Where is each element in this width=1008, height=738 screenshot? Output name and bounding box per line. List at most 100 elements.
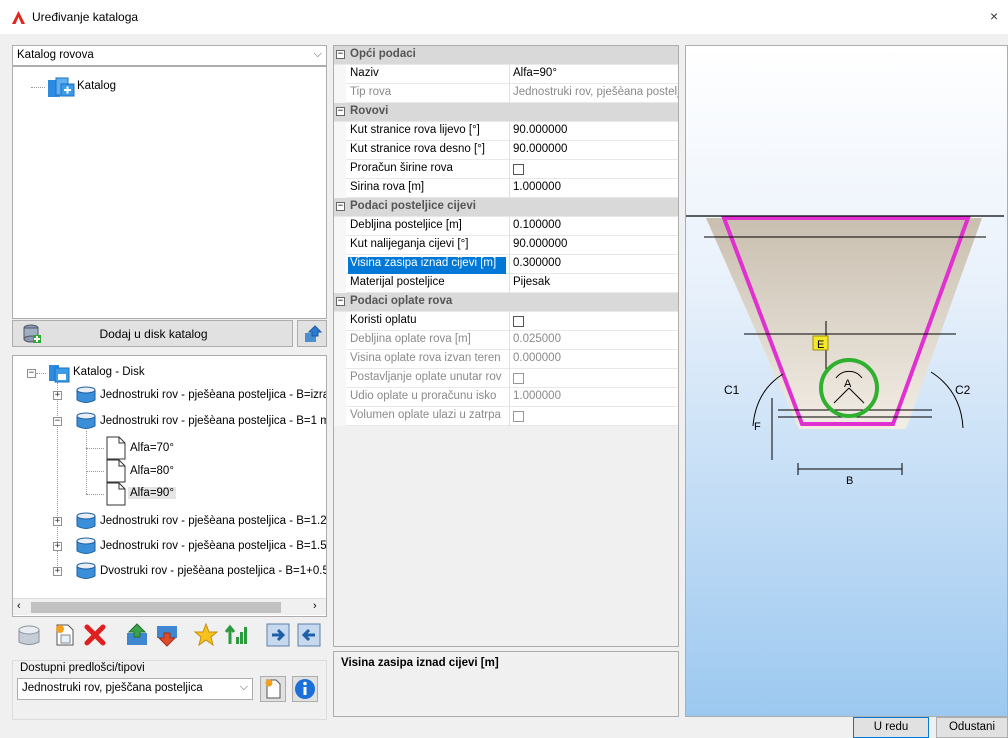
tree-item-alfa-70[interactable]: Alfa=70° (130, 442, 174, 454)
prop-name: Postavljanje oplate unutar rov (350, 371, 502, 383)
catalog-icon (48, 77, 75, 97)
prop-value[interactable]: Pijesak (509, 274, 678, 293)
property-grid[interactable]: − Opći podaci Naziv Alfa=90° Tip rova Jedno… (333, 45, 679, 647)
tree-item-trench-0[interactable]: Jednostruki rov - pješèana posteljica - … (100, 389, 326, 401)
expand-icon[interactable]: + (53, 567, 62, 576)
import-icon[interactable] (265, 622, 291, 648)
prop-name: Kut stranice rova lijevo [°] (350, 124, 480, 136)
collapse-icon[interactable]: − (336, 202, 345, 211)
database-icon (76, 537, 96, 554)
collapse-icon[interactable]: − (336, 50, 345, 59)
tree-item-trench-2[interactable]: Jednostruki rov - pješèana posteljica - … (100, 515, 326, 527)
sort-icon[interactable] (223, 622, 249, 648)
prop-name: Širina rova [m] (350, 181, 425, 193)
trench-preview: E A C1 C2 F B (685, 45, 1008, 717)
category-general[interactable]: − Opći podaci (334, 46, 678, 65)
new-from-template-icon[interactable] (260, 676, 286, 702)
prop-row-visina-zasipa[interactable]: Visina zasipa iznad cijevi [m] 0.300000 (334, 255, 678, 274)
tree-item-trench-1[interactable]: Jednostruki rov - pješèana posteljica - … (100, 415, 326, 427)
prop-row-kut-lijevo[interactable]: Kut stranice rova lijevo [°] 90.000000 (334, 122, 678, 141)
move-down-icon[interactable] (154, 622, 180, 648)
add-to-disk-catalog-label: Dodaj u disk katalog (99, 327, 208, 341)
disk-catalog-tree[interactable]: − Katalog - Disk + Jednostruki rov - pje… (12, 355, 327, 617)
tree-connector (86, 448, 104, 449)
template-select[interactable]: Jednostruki rov, pješčana posteljica ⌵ (17, 678, 253, 700)
label-b: B (846, 475, 853, 487)
expand-icon[interactable]: + (53, 391, 62, 400)
prop-value[interactable]: 90.000000 (509, 122, 678, 141)
prop-value[interactable]: 0.300000 (509, 255, 678, 274)
label-c1: C1 (724, 383, 740, 397)
prop-row-koristi-oplatu[interactable]: Koristi oplatu (334, 312, 678, 331)
collapse-icon[interactable]: − (27, 369, 36, 378)
prop-value[interactable]: 0.100000 (509, 217, 678, 236)
prop-name: Koristi oplatu (350, 314, 417, 326)
prop-row-naziv[interactable]: Naziv Alfa=90° (334, 65, 678, 84)
prop-row-materijal[interactable]: Materijal posteljice Pijesak (334, 274, 678, 293)
export-icon[interactable] (296, 622, 322, 648)
expand-icon[interactable]: + (53, 517, 62, 526)
collapse-icon[interactable]: − (336, 297, 345, 306)
prop-name: Debljina posteljice [m] (350, 219, 462, 231)
category-rovovi[interactable]: − Rovovi (334, 103, 678, 122)
expand-icon[interactable]: + (53, 542, 62, 551)
tree-item-katalog[interactable]: Katalog (77, 80, 116, 92)
tree-item-katalog-disk[interactable]: Katalog - Disk (73, 366, 145, 378)
checkbox[interactable] (513, 164, 524, 175)
horizontal-scrollbar[interactable]: ‹ › (13, 598, 326, 615)
cancel-button[interactable]: Odustani (936, 717, 1008, 738)
move-up-icon[interactable] (124, 622, 150, 648)
prop-row-debljina[interactable]: Debljina posteljice [m] 0.100000 (334, 217, 678, 236)
collapse-icon[interactable]: − (53, 417, 62, 426)
category-label: Opći podaci (350, 48, 416, 60)
catalog-type-select[interactable]: Katalog rovova ⌵ (12, 45, 327, 66)
trench-diagram: E A C1 C2 F B (686, 46, 1007, 716)
sync-catalog-button[interactable] (297, 320, 327, 347)
prop-name: Proračun širine rova (350, 162, 453, 174)
prop-value[interactable]: 1.000000 (509, 179, 678, 198)
prop-row-tip-rova: Tip rova Jednostruki rov, pješèana postel… (334, 84, 678, 103)
tree-item-trench-4[interactable]: Dvostruki rov - pješèana posteljica - B=… (100, 565, 326, 577)
scroll-left-icon[interactable]: ‹ (17, 600, 21, 612)
prop-row-proracun[interactable]: Proračun širine rova (334, 160, 678, 179)
label-f: F (754, 421, 761, 433)
ok-button[interactable]: U redu (853, 717, 929, 738)
category-posteljica[interactable]: − Podaci posteljice cijevi (334, 198, 678, 217)
tree-item-alfa-90[interactable]: Alfa=90° (128, 487, 176, 499)
prop-row-sirina[interactable]: Širina rova [m] 1.000000 (334, 179, 678, 198)
close-button[interactable]: × (990, 8, 1008, 24)
sync-icon (305, 325, 323, 342)
chevron-down-icon: ⌵ (313, 48, 322, 60)
new-document-icon[interactable] (52, 622, 78, 648)
prop-name: Visina zasipa iznad cijevi [m] (348, 257, 506, 274)
prop-row-kut-nalijeganja[interactable]: Kut nalijeganja cijevi [°] 90.000000 (334, 236, 678, 255)
prop-value (509, 407, 678, 426)
scroll-right-icon[interactable]: › (313, 600, 317, 612)
prop-row-debljina-oplate: Debljina oplate rova [m] 0.025000 (334, 331, 678, 350)
window-title: Uređivanje kataloga (32, 10, 139, 24)
label-e: E (817, 339, 824, 351)
prop-name: Debljina oplate rova [m] (350, 333, 471, 345)
database-icon (76, 512, 96, 529)
add-to-disk-catalog-button[interactable]: Dodaj u disk katalog (12, 320, 293, 347)
tree-item-trench-3[interactable]: Jednostruki rov - pješèana posteljica - … (100, 540, 326, 552)
category-oplata[interactable]: − Podaci oplate rova (334, 293, 678, 312)
favorite-star-icon[interactable] (193, 622, 219, 648)
scrollbar-thumb[interactable] (31, 602, 281, 613)
delete-icon[interactable] (82, 622, 108, 648)
description-title: Visina zasipa iznad cijevi [m] (341, 657, 499, 669)
checkbox[interactable] (513, 316, 524, 327)
new-folder-icon[interactable] (16, 622, 42, 648)
disk-catalog-icon (49, 365, 70, 383)
tree-item-alfa-80[interactable]: Alfa=80° (130, 465, 174, 477)
prop-value[interactable] (509, 312, 678, 331)
prop-value[interactable]: 90.000000 (509, 141, 678, 160)
prop-value[interactable] (509, 160, 678, 179)
prop-row-kut-desno[interactable]: Kut stranice rova desno [°] 90.000000 (334, 141, 678, 160)
prop-value[interactable]: Alfa=90° (509, 65, 678, 84)
collapse-icon[interactable]: − (336, 107, 345, 116)
catalog-tree[interactable]: Katalog (12, 66, 327, 319)
prop-value[interactable]: 90.000000 (509, 236, 678, 255)
info-icon[interactable] (292, 676, 318, 702)
prop-name: Tip rova (350, 86, 392, 98)
